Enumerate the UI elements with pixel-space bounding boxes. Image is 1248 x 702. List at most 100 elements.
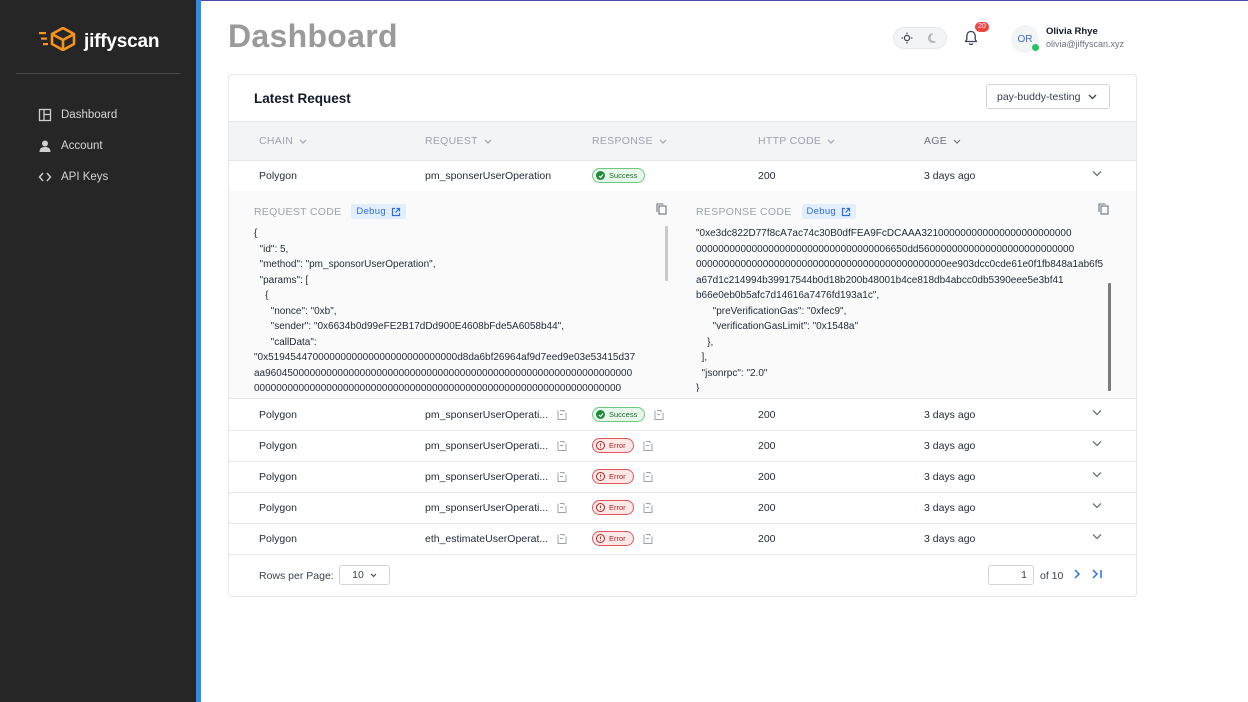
table-row[interactable]: Polygon pm_sponserUserOperati... Error 2… (229, 461, 1136, 493)
request-code-block[interactable]: { "id": 5, "method": "pm_sponsorUserOper… (254, 226, 664, 392)
row-expand-chevron-icon[interactable] (1092, 471, 1102, 478)
jiffyscan-logo-icon (38, 26, 76, 56)
rows-per-page-select[interactable]: 10 (339, 565, 390, 585)
expanded-row-details: REQUEST CODE Debug { "id": 5, "method": … (229, 191, 1136, 399)
table-row[interactable]: Polygon eth_estimateUserOperat... Error … (229, 523, 1136, 555)
cell-chain: Polygon (259, 439, 297, 452)
column-header-label: HTTP CODE (758, 135, 822, 147)
next-page-icon[interactable] (1072, 568, 1082, 580)
moon-icon (928, 33, 936, 43)
cell-response: Error (592, 430, 654, 461)
copy-icon[interactable] (642, 502, 654, 514)
error-circle-icon (596, 503, 605, 512)
status-badge-label: Error (609, 472, 626, 481)
column-header-http-code[interactable]: HTTP CODE (758, 135, 835, 147)
light-mode-button[interactable] (894, 28, 920, 48)
app-select[interactable]: pay-buddy-testing (986, 84, 1110, 109)
theme-toggle[interactable] (893, 27, 947, 49)
user-icon (39, 140, 51, 152)
sidebar-item-dashboard[interactable]: Dashboard (38, 99, 117, 130)
table-row[interactable]: Polygon pm_sponserUserOperati... Error 2… (229, 492, 1136, 524)
cell-age: 3 days ago (924, 532, 976, 545)
cell-request-text: pm_sponserUserOperati... (425, 439, 549, 452)
cell-request: pm_sponserUserOperati... (425, 492, 568, 523)
status-badge-label: Success (609, 410, 638, 419)
row-expand-chevron-icon[interactable] (1092, 409, 1102, 416)
column-header-chain[interactable]: CHAIN (259, 135, 307, 147)
column-header-age[interactable]: AGE (924, 135, 961, 147)
cell-request: eth_estimateUserOperat... (425, 523, 568, 554)
copy-icon[interactable] (556, 409, 568, 421)
response-debug-button[interactable]: Debug (801, 204, 857, 219)
cell-http-code: 200 (758, 439, 776, 452)
request-code-label: REQUEST CODE (254, 205, 342, 218)
copy-icon[interactable] (642, 471, 654, 483)
copy-response-code-icon[interactable] (1098, 203, 1109, 215)
column-header-label: REQUEST (425, 135, 478, 147)
request-code-scrollbar[interactable] (665, 226, 668, 281)
status-badge-label: Error (609, 503, 626, 512)
copy-icon[interactable] (556, 471, 568, 483)
row-expand-chevron-icon[interactable] (1092, 502, 1102, 509)
request-code-header: REQUEST CODE Debug (254, 204, 406, 219)
row-expand-chevron-icon[interactable] (1092, 533, 1102, 540)
cell-request: pm_sponserUserOperation (425, 169, 552, 182)
cell-http-code: 200 (758, 501, 776, 514)
cell-response: Success (592, 399, 665, 430)
logo[interactable]: jiffyscan (38, 26, 159, 56)
row-collapse-chevron-icon[interactable] (1092, 170, 1102, 177)
column-header-response[interactable]: RESPONSE (592, 135, 667, 147)
table-row[interactable]: Polygon pm_sponserUserOperation Success … (229, 160, 1136, 192)
debug-label: Debug (356, 206, 386, 217)
cell-request: pm_sponserUserOperati... (425, 430, 568, 461)
copy-icon[interactable] (556, 533, 568, 545)
cell-chain: Polygon (259, 470, 297, 483)
card-title: Latest Request (254, 91, 351, 106)
cell-age: 3 days ago (924, 408, 976, 421)
table-row[interactable]: Polygon pm_sponserUserOperati... Success… (229, 399, 1136, 431)
rows-per-page-label: Rows per Page: (259, 570, 334, 582)
cell-http-code: 200 (758, 408, 776, 421)
response-code-block[interactable]: "0xe3dc822D77f8cA7ac74c30B0dfFEA9FcDCAAA… (696, 226, 1104, 392)
last-page-icon[interactable] (1091, 568, 1104, 580)
response-code-scrollbar[interactable] (1108, 283, 1111, 391)
cell-request-text: pm_sponserUserOperati... (425, 501, 549, 514)
copy-icon[interactable] (556, 440, 568, 452)
cell-http-code: 200 (758, 169, 776, 182)
column-header-label: AGE (924, 135, 948, 147)
sidebar-accent-edge (196, 0, 201, 702)
status-badge-label: Error (609, 534, 626, 543)
copy-request-code-icon[interactable] (656, 203, 667, 215)
status-badge: Success (592, 168, 646, 183)
sidebar-item-api-keys[interactable]: API Keys (38, 161, 117, 192)
copy-icon[interactable] (642, 533, 654, 545)
status-badge-label: Success (609, 171, 638, 180)
column-header-label: RESPONSE (592, 135, 653, 147)
sun-icon (901, 32, 913, 44)
request-debug-button[interactable]: Debug (351, 204, 406, 219)
row-expand-chevron-icon[interactable] (1092, 440, 1102, 447)
user-email: olivia@jiffyscan.xyz (1046, 39, 1124, 49)
sort-chevron-icon (484, 139, 492, 144)
sidebar-item-account[interactable]: Account (38, 130, 117, 161)
cell-chain: Polygon (259, 408, 297, 421)
sort-chevron-icon (953, 139, 961, 144)
status-badge-label: Error (609, 441, 626, 450)
error-circle-icon (596, 534, 605, 543)
dark-mode-button[interactable] (920, 28, 946, 48)
page-number-input[interactable]: 1 (988, 565, 1034, 585)
column-header-request[interactable]: REQUEST (425, 135, 492, 147)
check-circle-icon (596, 410, 605, 419)
sidebar-item-label: API Keys (61, 170, 109, 183)
table-row[interactable]: Polygon pm_sponserUserOperati... Error 2… (229, 430, 1136, 462)
copy-icon[interactable] (556, 502, 568, 514)
copy-icon[interactable] (653, 409, 665, 421)
cell-request-text: eth_estimateUserOperat... (425, 532, 549, 545)
error-circle-icon (596, 472, 605, 481)
response-code-header: RESPONSE CODE Debug (696, 204, 857, 219)
sort-chevron-icon (827, 139, 835, 144)
copy-icon[interactable] (642, 440, 654, 452)
code-icon (38, 172, 52, 181)
rows-per-page-value: 10 (352, 569, 364, 581)
online-status-dot (1031, 43, 1040, 52)
